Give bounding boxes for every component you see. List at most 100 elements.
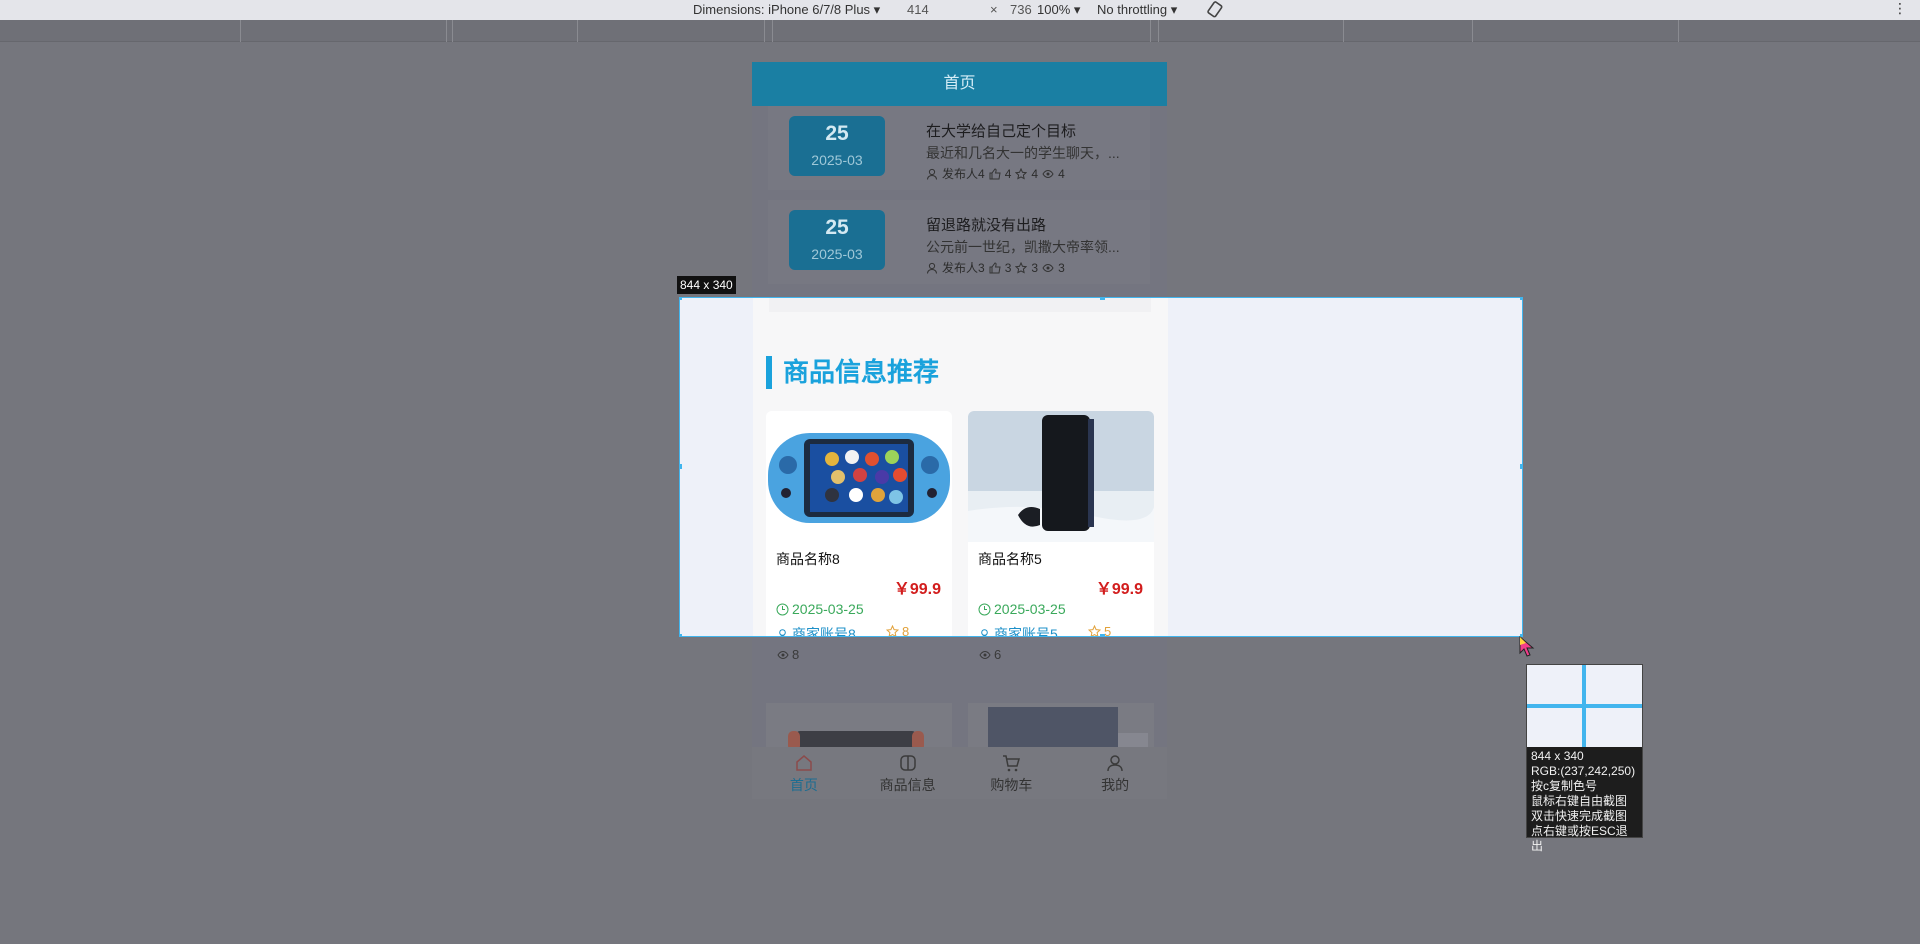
goods-date: 2025-03-25 (978, 601, 1066, 617)
news-date-badge: 25 2025-03 (789, 116, 885, 176)
zoom-select[interactable]: 100% ▾ (1037, 2, 1080, 18)
star-icon (886, 625, 899, 636)
news-desc: 公元前一世纪，凯撒大帝率领... (926, 239, 1120, 255)
goods-views-count: 6 (994, 647, 1002, 662)
goods-date-text: 2025-03-25 (994, 601, 1066, 617)
goods-card[interactable]: 商品名称5 ￥99.9 2025-03-25 商家账号5 5 (968, 411, 1154, 637)
goods-views-count: 8 (792, 647, 800, 662)
magnifier-hint-finish: 双击快速完成截图 (1531, 809, 1628, 823)
resize-handle-e[interactable] (1520, 464, 1522, 469)
magnifier-view (1527, 665, 1642, 747)
resize-handle-w[interactable] (680, 464, 682, 469)
goods-card[interactable]: 商品名称8 ￥99.9 2025-03-25 商家账号8 8 (766, 411, 952, 637)
devtools-toolbar: Dimensions: iPhone 6/7/8 Plus ▾ 414 × 73… (0, 0, 1920, 20)
user-icon (1107, 755, 1123, 772)
news-meta: 发布人3 3 3 3 (926, 259, 1065, 276)
goods-favs: 8 (886, 624, 910, 637)
news-desc: 最近和几名大一的学生聊天，... (926, 145, 1120, 161)
news-favs: 4 (1031, 166, 1039, 181)
news-month: 2025-03 (811, 246, 863, 262)
goods-date: 2025-03-25 (776, 601, 864, 617)
rotate-icon[interactable] (1206, 1, 1224, 18)
news-day: 25 (825, 122, 849, 145)
eye-icon (1042, 169, 1054, 178)
device-dimensions-select[interactable]: Dimensions: iPhone 6/7/8 Plus ▾ (693, 2, 880, 18)
goods-favs-count: 5 (1104, 624, 1112, 637)
bottom-tabbar: 首页 商品信息 购物车 我的 (752, 747, 1167, 799)
ps5-console-image (968, 411, 1154, 542)
goods-card-partial[interactable] (766, 703, 952, 753)
resize-handle-ne[interactable] (1520, 298, 1522, 300)
goods-favs-count: 8 (902, 624, 910, 637)
news-day: 25 (825, 216, 849, 239)
section-accent-bar (766, 356, 772, 389)
more-options-icon[interactable]: ⋮ (1893, 0, 1907, 17)
switch-console-image (788, 731, 924, 751)
news-views: 4 (1058, 166, 1065, 181)
page-header: 首页 (752, 62, 1167, 106)
goods-name: 商品名称8 (776, 551, 840, 567)
dimension-separator: × (990, 2, 998, 17)
tab-cart[interactable]: 购物车 (960, 747, 1064, 799)
magnifier-hint-free: 鼠标右键自由截图 (1531, 794, 1628, 808)
goods-views: 8 (777, 647, 799, 662)
tab-home[interactable]: 首页 (752, 747, 856, 799)
goods-name: 商品名称5 (978, 551, 1042, 567)
goods-shop[interactable]: 商家账号8 (776, 624, 856, 637)
user-icon (927, 168, 937, 180)
goods-price: ￥99.9 (893, 581, 941, 598)
goods-price: ￥99.9 (1095, 581, 1143, 598)
news-views: 3 (1058, 260, 1065, 275)
device-height-input[interactable]: 736 (1010, 2, 1032, 17)
thumb-up-icon (989, 261, 1001, 273)
mouse-cursor-icon (1519, 636, 1535, 657)
user-icon (927, 262, 937, 274)
tab-mine[interactable]: 我的 (1063, 747, 1167, 799)
goods-views: 6 (979, 647, 1001, 662)
news-title: 留退路就没有出路 (926, 217, 1047, 234)
user-icon (779, 628, 786, 636)
media-query-ruler (0, 20, 1920, 42)
star-icon (1015, 261, 1028, 274)
magnifier-hint-exit: 点右键或按ESC退出 (1531, 824, 1628, 853)
star-icon (1015, 167, 1028, 180)
resize-handle-n[interactable] (1100, 298, 1105, 300)
tab-goods[interactable]: 商品信息 (856, 747, 960, 799)
resize-handle-s[interactable] (1100, 634, 1105, 636)
news-title: 在大学给自己定个目标 (926, 123, 1077, 140)
capture-selection[interactable]: 商品信息推荐 商品名称8 ￥99.9 2025-03-25 商家账号8 8 商品… (679, 297, 1523, 637)
cart-icon (1003, 755, 1021, 772)
news-month: 2025-03 (811, 152, 863, 168)
magnifier-rgb: RGB:(237,242,250) (1531, 764, 1636, 778)
magnifier-info: 844 x 340 RGB:(237,242,250) 按c复制色号 鼠标右键自… (1527, 747, 1642, 856)
tab-label: 购物车 (990, 777, 1033, 793)
device-width-input[interactable]: 414 (907, 2, 929, 17)
goods-date-text: 2025-03-25 (792, 601, 864, 617)
user-icon (981, 628, 988, 636)
eye-icon (979, 650, 991, 659)
throttling-select[interactable]: No throttling ▾ (1097, 2, 1177, 18)
magnifier-hint-copy: 按c复制色号 (1531, 779, 1598, 793)
screenshot-magnifier: 844 x 340 RGB:(237,242,250) 按c复制色号 鼠标右键自… (1526, 664, 1643, 853)
resize-handle-nw[interactable] (680, 298, 682, 300)
tab-label: 商品信息 (879, 777, 936, 793)
section-title: 商品信息推荐 (783, 357, 940, 387)
news-likes: 3 (1004, 260, 1012, 275)
selected-page-region: 商品信息推荐 商品名称8 ￥99.9 2025-03-25 商家账号8 8 商品… (753, 298, 1168, 637)
resize-handle-sw[interactable] (680, 634, 682, 636)
selection-size-label: 844 x 340 (677, 276, 736, 294)
tab-label: 首页 (789, 777, 818, 793)
crosshair-vertical (1582, 665, 1586, 747)
news-date-badge: 25 2025-03 (789, 210, 885, 270)
magnifier-size: 844 x 340 (1531, 749, 1584, 763)
news-author: 发布人4 (942, 167, 985, 181)
goods-shop[interactable]: 商家账号5 (978, 624, 1058, 636)
eye-icon (777, 650, 789, 659)
news-item[interactable]: 25 2025-03 留退路就没有出路 公元前一世纪，凯撒大帝率领... 发布人… (768, 200, 1150, 284)
news-item[interactable]: 25 2025-03 在大学给自己定个目标 最近和几名大一的学生聊天，... 发… (768, 106, 1150, 190)
news-meta: 发布人4 4 4 4 (926, 165, 1065, 182)
goods-card-partial[interactable] (968, 703, 1154, 753)
goods-shop-text: 商家账号8 (792, 626, 856, 637)
tab-label: 我的 (1101, 777, 1130, 793)
ps-vita-image (766, 411, 952, 542)
